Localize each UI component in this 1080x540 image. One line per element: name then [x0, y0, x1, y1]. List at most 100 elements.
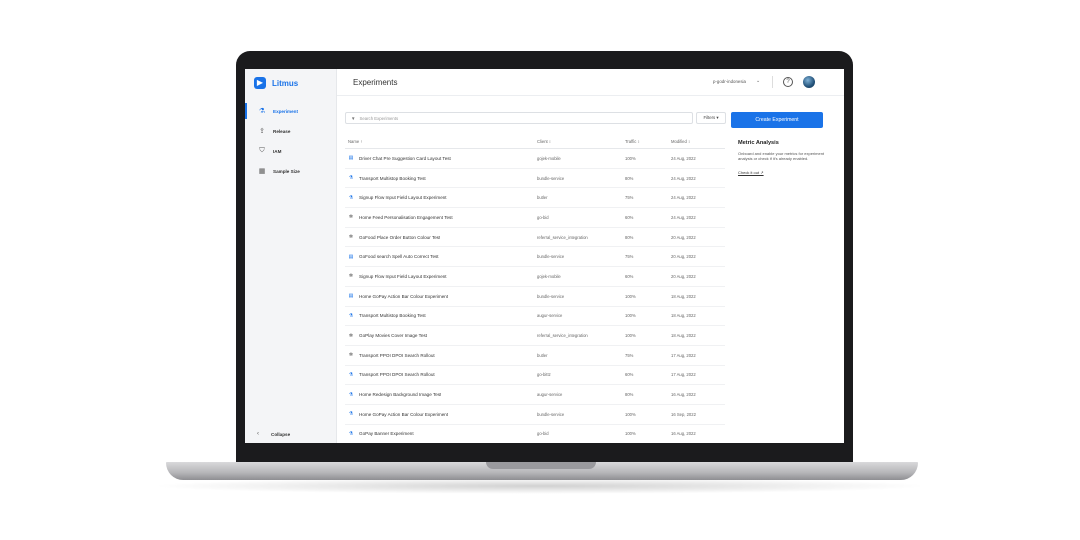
- gear-icon: ✲: [348, 214, 354, 221]
- cell-client: bundle-service: [537, 293, 565, 299]
- avatar[interactable]: [803, 76, 815, 88]
- document-icon: ▤: [348, 155, 354, 162]
- flask-icon: ⚗: [348, 194, 354, 201]
- cell-modified: 20 Aug, 2022: [671, 234, 696, 240]
- cell-name: ⚗ GoPay Banner Experiment: [345, 431, 537, 437]
- chevron-down-icon[interactable]: ⌄: [756, 78, 760, 84]
- table-row[interactable]: ✲ GoPlay Movies Cover Image Test referral_…: [345, 326, 725, 346]
- cell-modified: 18 Aug, 2022: [671, 333, 696, 339]
- cell-modified: 16 Aug, 2022: [671, 392, 696, 398]
- cell-traffic: 100%: [625, 293, 636, 299]
- experiment-name[interactable]: Transport PPOI DPOI Search Rollout: [359, 353, 435, 358]
- experiment-name[interactable]: Signup Flow Input Field Layout Experimen…: [359, 195, 447, 200]
- cell-modified: 18 Aug, 2022: [671, 293, 696, 299]
- cell-name: ⚗ Home GoPay Action Bar Colour Experiment: [345, 411, 537, 417]
- experiment-name[interactable]: Driver Chat Pre Suggestion Card Layout T…: [359, 156, 451, 161]
- collapse-button[interactable]: ‹ Collapse: [257, 429, 290, 439]
- app-screen: ▶ Litmus ⚗ Experiment ⇪ Release ⛉ IAM ▦ …: [245, 69, 844, 443]
- table-row[interactable]: ⚗ Transport PPOI DPOI Search Rollout go-bi…: [345, 366, 725, 386]
- org-selector[interactable]: p-godr-indonesia: [713, 79, 746, 84]
- experiment-name[interactable]: Home GoPay Action Bar Colour Experiment: [359, 412, 448, 417]
- cell-client: gojek-mobile: [537, 155, 561, 161]
- table-row[interactable]: ⚗ Transport Multistop Booking Test augur-s…: [345, 307, 725, 327]
- table-row[interactable]: ✲ Home Feed Personalisation Engagement Te…: [345, 208, 725, 228]
- cell-name: ⚗ Transport Multistop Booking Test: [345, 175, 537, 181]
- cell-client: go-bid: [537, 431, 549, 437]
- check-it-out-link[interactable]: Check it out ↗: [738, 170, 764, 175]
- flask-icon: ⚗: [348, 175, 354, 182]
- table-row[interactable]: ▤ Driver Chat Pre Suggestion Card Layout …: [345, 149, 725, 169]
- laptop-notch: [486, 462, 596, 469]
- help-icon[interactable]: ?: [783, 77, 793, 87]
- cell-traffic: 60%: [625, 214, 634, 220]
- sidebar-item-iam[interactable]: ⛉ IAM: [245, 141, 337, 161]
- shield-icon: ⛉: [259, 147, 265, 154]
- gear-icon: ✲: [348, 332, 354, 339]
- experiment-name[interactable]: Transport PPOI DPOI Search Rollout: [359, 372, 435, 377]
- sidebar-item-sample-size[interactable]: ▦ Sample Size: [245, 161, 337, 181]
- column-header-modified[interactable]: Modified ↕: [671, 139, 725, 144]
- experiment-name[interactable]: GoFood Place Order Button Colour Test: [359, 235, 440, 240]
- column-header-client[interactable]: Client ↕: [537, 139, 625, 144]
- table-row[interactable]: ⚗ Transport Multistop Booking Test bundle-…: [345, 169, 725, 189]
- search-input[interactable]: ▼ Search Experiments: [345, 112, 693, 124]
- cell-modified: 24 Aug, 2022: [671, 214, 696, 220]
- experiment-name[interactable]: Home Redesign Background Image Test: [359, 392, 441, 397]
- metric-title: Metric Analysis: [738, 140, 779, 146]
- sidebar-item-release[interactable]: ⇪ Release: [245, 121, 337, 141]
- cell-name: ✲ Transport PPOI DPOI Search Rollout: [345, 352, 537, 358]
- cell-name: ✲ Signup Flow Input Field Layout Experime…: [345, 273, 537, 279]
- cell-name: ✲ Home Feed Personalisation Engagement Te…: [345, 214, 537, 220]
- table-row[interactable]: ▤ Home GoPay Action Bar Colour Experiment…: [345, 287, 725, 307]
- table-row[interactable]: ▤ GoFood search Spell Auto Correct Test bu…: [345, 247, 725, 268]
- cell-client: go-bid: [537, 214, 549, 220]
- rocket-icon: ⇪: [259, 128, 265, 135]
- page-title: Experiments: [353, 78, 398, 87]
- document-icon: ▤: [348, 253, 354, 260]
- app-name: Litmus: [272, 78, 299, 88]
- table-row[interactable]: ✲ Transport PPOI DPOI Search Rollout butle…: [345, 346, 725, 366]
- document-icon: ▤: [348, 293, 354, 300]
- cell-traffic: 100%: [625, 411, 636, 417]
- sidebar: ▶ Litmus ⚗ Experiment ⇪ Release ⛉ IAM ▦ …: [245, 69, 337, 443]
- sidebar-item-label: Release: [273, 128, 291, 134]
- top-header: Experiments p-godr-indonesia ⌄ ?: [337, 69, 844, 96]
- table-header: Name ↑ Client ↕ Traffic ↕ Modified ↕: [345, 135, 725, 149]
- experiment-name[interactable]: Home GoPay Action Bar Colour Experiment: [359, 294, 448, 299]
- filter-funnel-icon: ▼: [351, 115, 356, 121]
- cell-modified: 24 Aug, 2022: [671, 155, 696, 161]
- experiment-name[interactable]: GoPay Banner Experiment: [359, 431, 414, 436]
- experiment-name[interactable]: Home Feed Personalisation Engagement Tes…: [359, 215, 453, 220]
- cell-traffic: 100%: [625, 333, 636, 339]
- table-row[interactable]: ⚗ GoPay Banner Experiment go-bid 100% 16 Aug…: [345, 425, 725, 443]
- sidebar-item-experiment[interactable]: ⚗ Experiment: [245, 101, 337, 121]
- table-row[interactable]: ✲ Signup Flow Input Field Layout Experime…: [345, 267, 725, 287]
- cell-client: bundle-service: [537, 254, 565, 260]
- flask-icon: ⚗: [258, 108, 266, 115]
- experiment-name[interactable]: Signup Flow Input Field Layout Experimen…: [359, 274, 447, 279]
- cell-traffic: 75%: [625, 254, 634, 260]
- table-row[interactable]: ⚗ Home GoPay Action Bar Colour Experiment…: [345, 405, 725, 425]
- brand[interactable]: ▶ Litmus: [254, 75, 298, 91]
- cell-traffic: 75%: [625, 195, 634, 201]
- table-row[interactable]: ⚗ Signup Flow Input Field Layout Experime…: [345, 188, 725, 209]
- sidebar-nav: ⚗ Experiment ⇪ Release ⛉ IAM ▦ Sample Si…: [245, 101, 337, 181]
- cell-modified: 24 Aug, 2022: [671, 195, 696, 201]
- experiment-name[interactable]: Transport Multistop Booking Test: [359, 176, 426, 181]
- column-header-traffic[interactable]: Traffic ↕: [625, 139, 671, 144]
- experiment-name[interactable]: GoPlay Movies Cover Image Test: [359, 333, 427, 338]
- flask-icon: ⚗: [348, 430, 354, 437]
- cell-modified: 18 Aug, 2022: [671, 313, 696, 319]
- filters-button[interactable]: Filters ▾: [696, 112, 726, 124]
- create-experiment-button[interactable]: Create Experiment: [731, 112, 823, 128]
- table-row[interactable]: ✲ GoFood Place Order Button Colour Test re…: [345, 228, 725, 248]
- column-header-name[interactable]: Name ↑: [345, 139, 537, 144]
- experiments-table: Name ↑ Client ↕ Traffic ↕ Modified ↕ ▤ Dr…: [345, 135, 725, 443]
- experiment-name[interactable]: GoFood search Spell Auto Correct Test: [359, 254, 439, 259]
- metric-analysis-card: Metric Analysis Onboard and enable your …: [738, 140, 828, 179]
- sidebar-item-label: IAM: [273, 148, 282, 154]
- table-row[interactable]: ⚗ Home Redesign Background Image Test augu…: [345, 385, 725, 405]
- experiment-name[interactable]: Transport Multistop Booking Test: [359, 313, 426, 318]
- cell-client: bundle-service: [537, 175, 565, 181]
- cell-traffic: 80%: [625, 175, 634, 181]
